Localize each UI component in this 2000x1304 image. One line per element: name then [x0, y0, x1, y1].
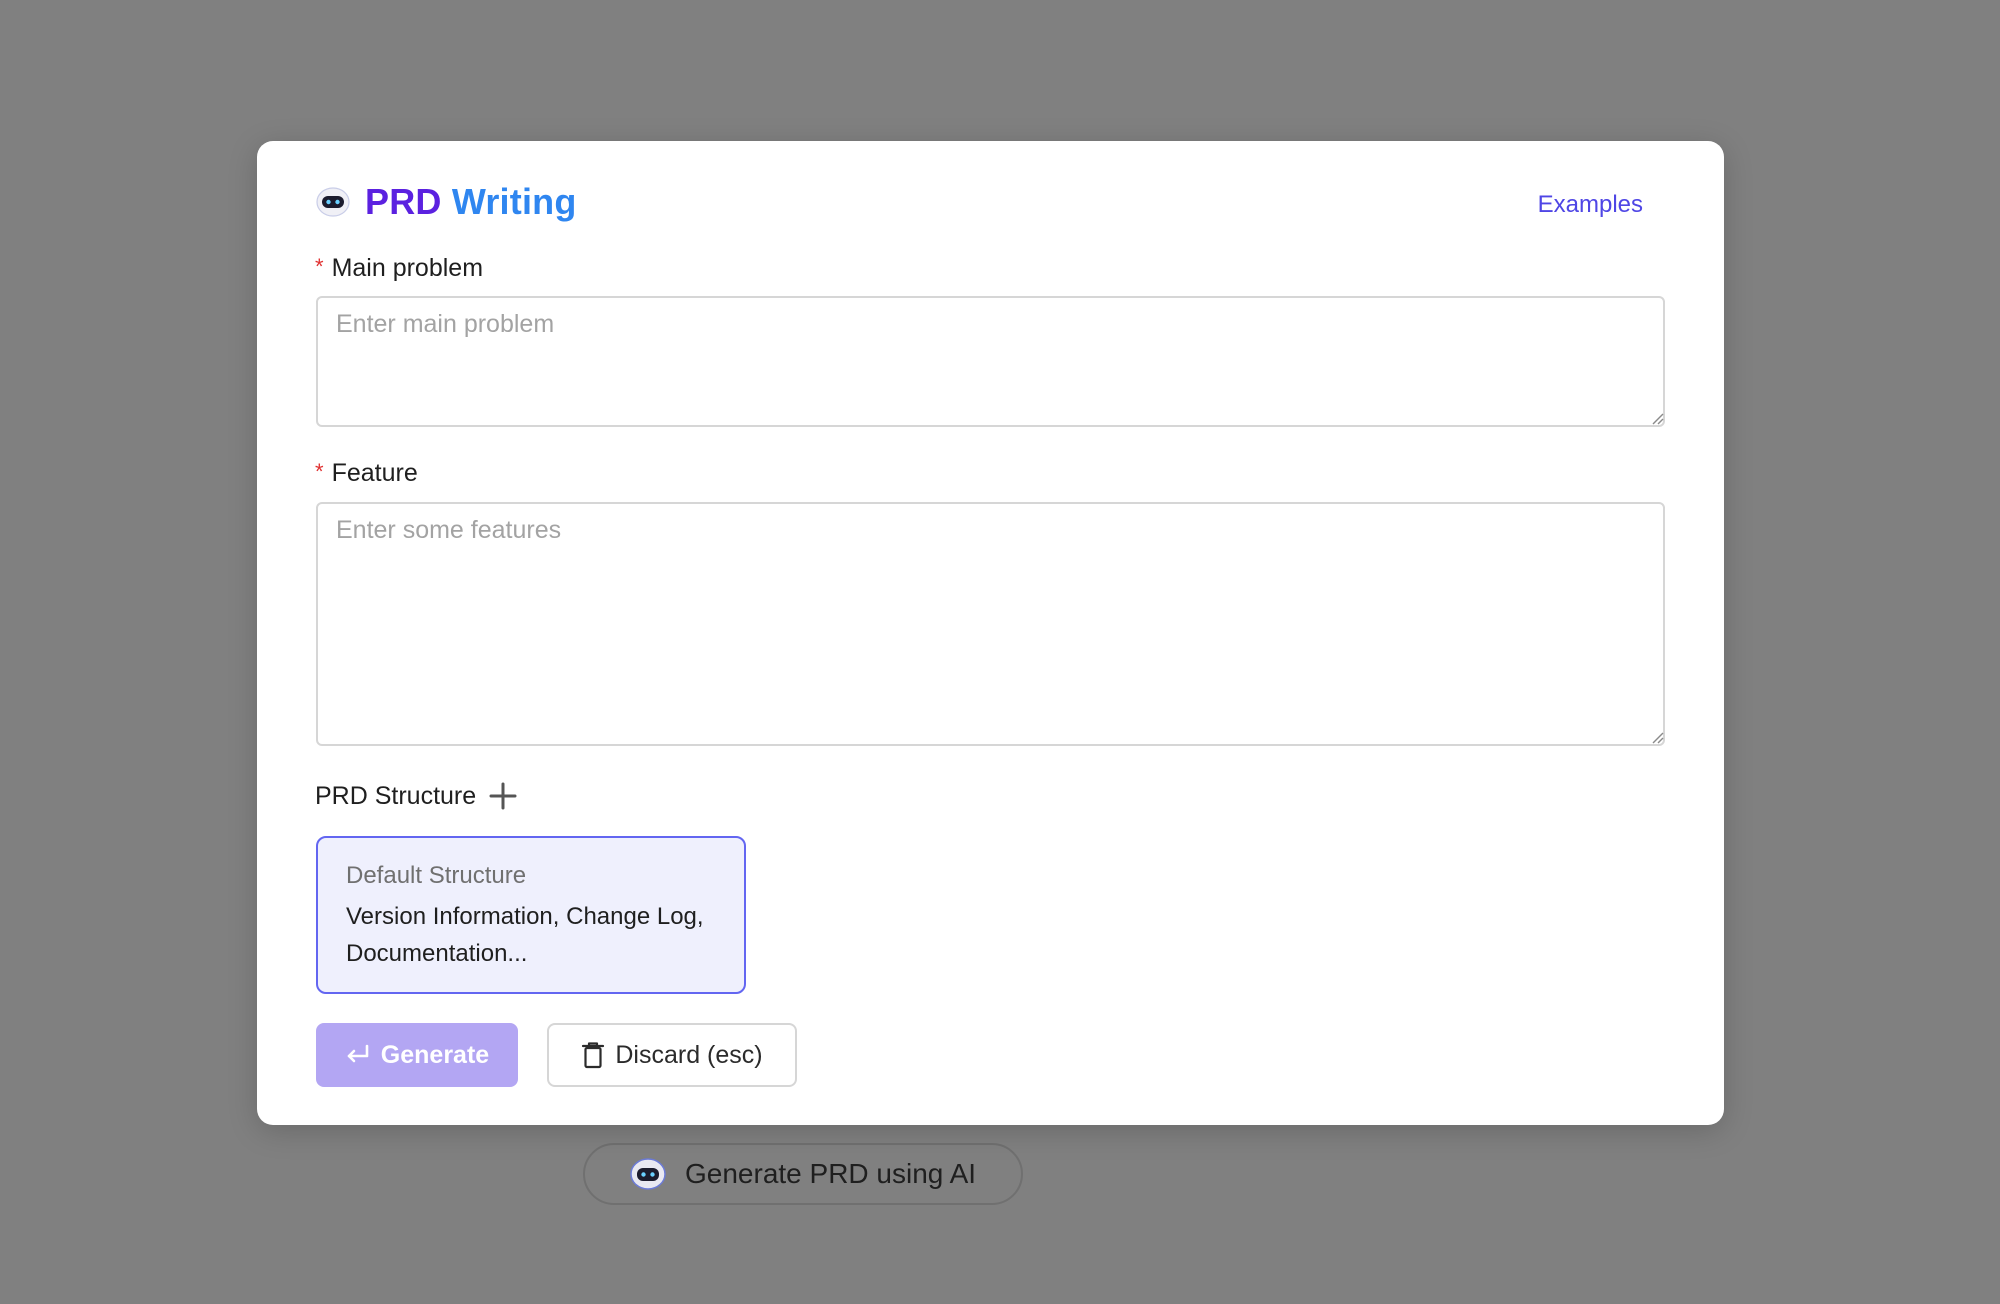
feature-label: * Feature [315, 459, 418, 488]
robot-icon [316, 187, 350, 217]
title-part-writing: Writing [451, 181, 577, 222]
modal-title: PRD Writing [365, 181, 577, 223]
main-problem-input[interactable] [316, 296, 1665, 427]
prd-structure-header: PRD Structure [315, 781, 518, 811]
examples-link[interactable]: Examples [1538, 191, 1643, 219]
add-structure-button[interactable] [488, 781, 518, 811]
generate-button[interactable]: Generate [316, 1023, 518, 1087]
required-mark: * [315, 254, 324, 279]
robot-icon [630, 1158, 666, 1190]
structure-card-name: Default Structure [346, 862, 527, 889]
modal-header: PRD Writing [315, 181, 577, 223]
structure-card-description: Version Information, Change Log, Documen… [346, 903, 704, 967]
prd-structure-label: PRD Structure [315, 781, 477, 810]
resize-grip-icon[interactable] [1650, 730, 1664, 744]
generate-label: Generate [380, 1040, 490, 1069]
main-problem-label-text: Main problem [331, 254, 484, 282]
feature-label-text: Feature [331, 459, 418, 487]
enter-icon [347, 1044, 369, 1063]
required-mark: * [315, 459, 324, 484]
resize-grip-icon[interactable] [1650, 411, 1664, 425]
plus-icon [489, 782, 517, 810]
discard-label: Discard (esc) [615, 1040, 763, 1069]
feature-input[interactable] [316, 502, 1665, 746]
trash-icon [582, 1042, 605, 1069]
generate-prd-ai-label: Generate PRD using AI [685, 1158, 977, 1189]
main-problem-label: * Main problem [315, 254, 483, 283]
title-part-prd: PRD [365, 181, 442, 222]
discard-button[interactable]: Discard (esc) [547, 1023, 797, 1087]
generate-prd-ai-button: Generate PRD using AI [583, 1143, 1023, 1205]
prd-writing-modal: PRD Writing Examples * Main problem * Feat… [257, 141, 1724, 1125]
structure-card-default[interactable]: Default Structure Version Information, C… [316, 836, 746, 994]
